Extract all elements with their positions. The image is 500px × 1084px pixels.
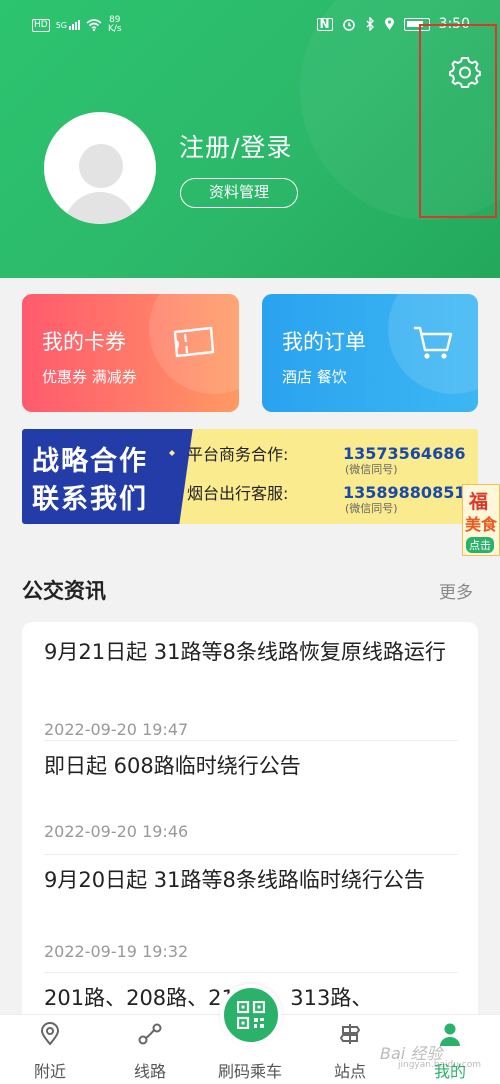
tab-nearby[interactable]: 附近 — [0, 1015, 100, 1084]
side-ad[interactable]: 福 美食 点击 — [462, 484, 500, 556]
status-bar: HD 5G 89 K/s N 3:50 — [32, 14, 470, 42]
banner-line2: 联系我们 — [32, 484, 148, 515]
bluetooth-icon — [366, 17, 374, 31]
wechat-note-2: (微信同号) — [345, 502, 398, 515]
news-section-title: 公交资讯 — [22, 579, 106, 603]
location-pin-icon — [40, 1022, 60, 1046]
hd-tag: HD — [32, 18, 50, 32]
profile-manage-button[interactable]: 资料管理 — [180, 178, 298, 208]
news-more-link[interactable]: 更多 — [439, 578, 473, 603]
service-phone: 13589880851 — [343, 482, 466, 502]
orders-subtitle: 酒店 餐饮 — [282, 368, 347, 386]
signal-icon: 5G — [56, 20, 80, 30]
login-register-link[interactable]: 注册/登录 — [179, 128, 292, 164]
location-icon — [384, 17, 394, 30]
service-contact-row[interactable]: 烟台出行客服: 13589880851 — [163, 480, 465, 504]
watermark-url: jingyan.baidu.com — [398, 1060, 482, 1070]
cart-icon — [414, 326, 453, 359]
tab-routes[interactable]: 线路 — [100, 1015, 200, 1084]
news-item[interactable]: 9月21日起 31路等8条线路恢复原线路运行 2022-09-20 19:47 — [44, 634, 458, 742]
news-item[interactable]: 9月20日起 31路等8条线路临时绕行公告 2022-09-19 19:32 — [44, 862, 458, 970]
scan-ride-button[interactable] — [220, 984, 282, 1046]
my-orders-card[interactable]: 我的订单 酒店 餐饮 — [262, 294, 478, 412]
ticket-icon — [173, 326, 215, 358]
network-speed: 89 K/s — [108, 15, 122, 34]
qr-code-icon — [237, 1001, 265, 1029]
banner-line1: 战略合作 — [32, 446, 148, 477]
coupons-title: 我的卡券 — [42, 330, 126, 354]
alarm-icon — [342, 19, 355, 31]
coupons-subtitle: 优惠券 满减券 — [42, 368, 137, 386]
station-sign-icon — [339, 1024, 361, 1044]
route-icon — [138, 1023, 162, 1045]
avatar[interactable] — [44, 112, 156, 224]
news-list: 9月21日起 31路等8条线路恢复原线路运行 2022-09-20 19:47 … — [22, 622, 478, 1042]
news-item[interactable]: 即日起 608路临时绕行公告 2022-09-20 19:46 — [44, 748, 458, 856]
my-coupons-card[interactable]: 我的卡券 优惠券 满减券 — [22, 294, 239, 412]
nfc-icon: N — [316, 17, 333, 31]
wechat-note-1: (微信同号) — [345, 463, 398, 476]
highlight-box — [419, 24, 497, 218]
orders-title: 我的订单 — [282, 330, 366, 354]
business-contact-row[interactable]: 平台商务合作: 13573564686 — [163, 441, 465, 465]
business-phone: 13573564686 — [343, 443, 466, 463]
wifi-icon — [86, 19, 102, 31]
